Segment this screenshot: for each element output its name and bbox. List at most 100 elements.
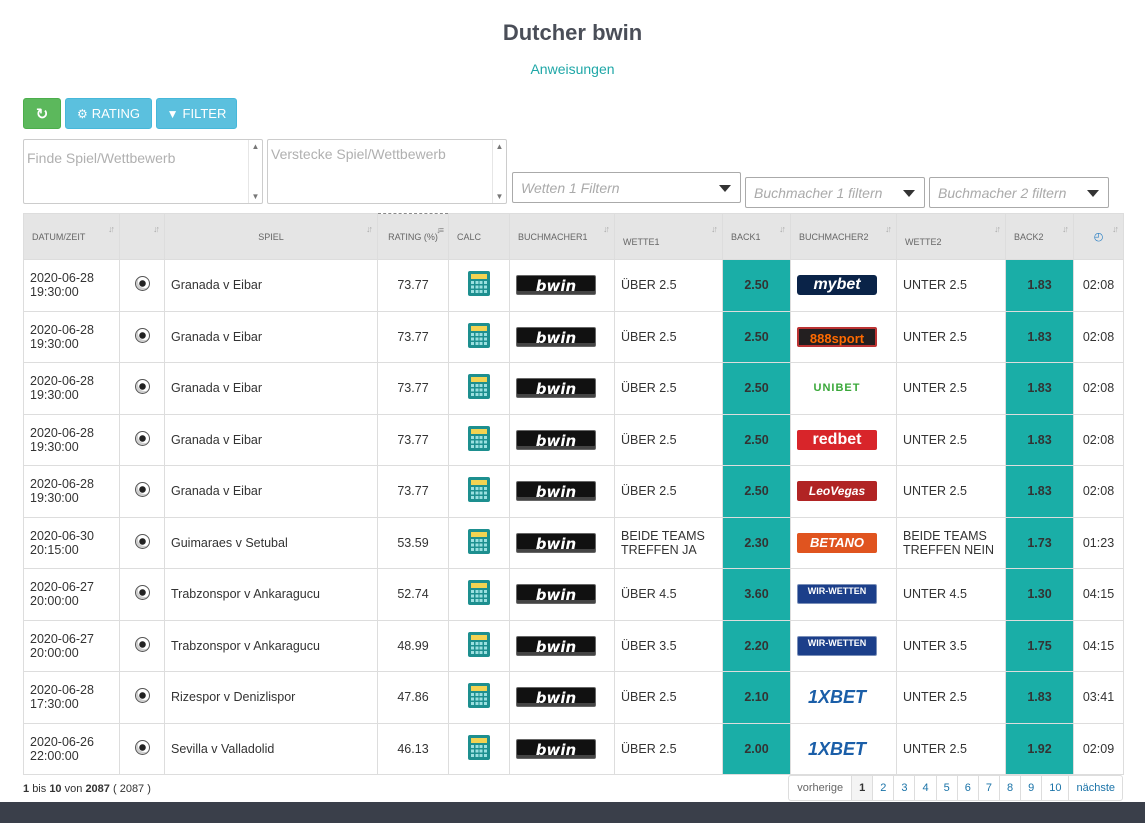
calculator-icon[interactable] <box>468 580 490 606</box>
table-row[interactable]: 2020-06-28 19:30:00 Granada v Eibar 73.77 bw… <box>23 259 1124 312</box>
back1-odds[interactable]: 2.30 <box>722 516 791 569</box>
pagination-page-4[interactable]: 4 <box>914 776 935 800</box>
bookmaker1-cell[interactable]: bwin <box>509 722 615 775</box>
column-header-date[interactable]: DATUM/ZEIT ↓↑ <box>23 213 120 260</box>
bookmaker2-cell[interactable]: 1XBET <box>790 722 897 775</box>
bookmaker2-logo[interactable]: 888sport <box>797 326 877 347</box>
hide-match-scrollbar[interactable]: ▲ ▼ <box>492 140 506 203</box>
bookmaker1-cell[interactable]: bwin <box>509 516 615 569</box>
back2-odds[interactable]: 1.83 <box>1005 465 1074 518</box>
bookmaker2-logo[interactable]: mybet <box>797 275 877 296</box>
column-header-bookmaker1[interactable]: BUCHMACHER1 ↓↑ <box>509 213 615 260</box>
pagination-page-6[interactable]: 6 <box>956 776 978 800</box>
calc-cell[interactable] <box>448 362 510 415</box>
column-header-bet2[interactable]: WETTE2 ↓↑ <box>896 213 1006 260</box>
pagination-page-3[interactable]: 3 <box>893 776 914 800</box>
bookmaker2-logo[interactable]: 1XBET <box>797 738 877 759</box>
back2-odds[interactable]: 1.83 <box>1005 671 1074 724</box>
bookmaker2-logo[interactable]: WIR-WETTEN <box>797 584 877 605</box>
table-row[interactable]: 2020-06-26 22:00:00 Sevilla v Valladolid 46… <box>23 722 1124 775</box>
bookmaker2-filter-select[interactable]: Buchmacher 2 filtern <box>929 177 1109 208</box>
column-header-back2[interactable]: BACK2 ↓↑ <box>1005 213 1074 260</box>
bookmaker1-logo[interactable]: bwin <box>516 584 596 605</box>
bookmaker1-logo[interactable]: bwin <box>516 687 596 708</box>
bookmaker2-logo[interactable]: 1XBET <box>797 687 877 708</box>
find-match-input[interactable]: Finde Spiel/Wettbewerb ▲ ▼ <box>23 139 263 204</box>
refresh-button[interactable]: ↻ <box>23 98 61 129</box>
back2-odds[interactable]: 1.83 <box>1005 362 1074 415</box>
bookmaker2-cell[interactable]: mybet <box>790 259 897 312</box>
table-row[interactable]: 2020-06-28 19:30:00 Granada v Eibar 73.77 bw… <box>23 465 1124 518</box>
table-row[interactable]: 2020-06-28 19:30:00 Granada v Eibar 73.77 bw… <box>23 310 1124 363</box>
bookmaker1-cell[interactable]: bwin <box>509 362 615 415</box>
bet1-filter-select[interactable]: Wetten 1 Filtern <box>512 172 741 203</box>
rating-button[interactable]: ⚙ RATING <box>65 98 152 129</box>
bookmaker2-logo[interactable]: BETANO <box>797 532 877 553</box>
bookmaker1-cell[interactable]: bwin <box>509 413 615 466</box>
bookmaker1-cell[interactable]: bwin <box>509 619 615 672</box>
calc-cell[interactable] <box>448 671 510 724</box>
back2-odds[interactable]: 1.92 <box>1005 722 1074 775</box>
bookmaker1-cell[interactable]: bwin <box>509 465 615 518</box>
bookmaker2-cell[interactable]: LeoVegas <box>790 465 897 518</box>
bookmaker2-cell[interactable]: BETANO <box>790 516 897 569</box>
bookmaker2-logo[interactable]: LeoVegas <box>797 481 877 502</box>
bookmaker1-logo[interactable]: bwin <box>516 532 596 553</box>
bookmaker2-cell[interactable]: 888sport <box>790 310 897 363</box>
bookmaker1-cell[interactable]: bwin <box>509 568 615 621</box>
pagination-page-1[interactable]: 1 <box>851 776 873 800</box>
bookmaker2-cell[interactable]: redbet <box>790 413 897 466</box>
bookmaker1-logo[interactable]: bwin <box>516 429 596 450</box>
column-header-sport[interactable]: ↓↑ <box>119 213 165 260</box>
instructions-link[interactable]: Anweisungen <box>0 61 1145 77</box>
calc-cell[interactable] <box>448 516 510 569</box>
pagination-page-9[interactable]: 9 <box>1020 776 1041 800</box>
table-row[interactable]: 2020-06-27 20:00:00 Trabzonspor v Ankaragu… <box>23 568 1124 621</box>
calculator-icon[interactable] <box>468 322 490 348</box>
bookmaker1-cell[interactable]: bwin <box>509 310 615 363</box>
back1-odds[interactable]: 2.00 <box>722 722 791 775</box>
bookmaker1-logo[interactable]: bwin <box>516 378 596 399</box>
back2-odds[interactable]: 1.83 <box>1005 413 1074 466</box>
back1-odds[interactable]: 3.60 <box>722 568 791 621</box>
hide-match-input[interactable]: Verstecke Spiel/Wettbewerb ▲ ▼ <box>267 139 507 204</box>
bookmaker1-logo[interactable]: bwin <box>516 738 596 759</box>
calc-cell[interactable] <box>448 413 510 466</box>
calculator-icon[interactable] <box>468 271 490 297</box>
calc-cell[interactable] <box>448 465 510 518</box>
column-header-rating[interactable]: RATING (%) ↓≡ <box>377 213 449 260</box>
table-row[interactable]: 2020-06-28 19:30:00 Granada v Eibar 73.77 bw… <box>23 362 1124 415</box>
column-header-back1[interactable]: BACK1 ↓↑ <box>722 213 791 260</box>
column-header-bookmaker2[interactable]: BUCHMACHER2 ↓↑ <box>790 213 897 260</box>
pagination-page-7[interactable]: 7 <box>977 776 999 800</box>
back1-odds[interactable]: 2.20 <box>722 619 791 672</box>
calculator-icon[interactable] <box>468 477 490 503</box>
back1-odds[interactable]: 2.50 <box>722 362 791 415</box>
calculator-icon[interactable] <box>468 374 490 400</box>
bookmaker1-logo[interactable]: bwin <box>516 326 596 347</box>
back2-odds[interactable]: 1.83 <box>1005 259 1074 312</box>
pagination-prev-button[interactable]: vorherige <box>789 776 851 800</box>
back1-odds[interactable]: 2.50 <box>722 413 791 466</box>
pagination-page-10[interactable]: 10 <box>1041 776 1068 800</box>
calc-cell[interactable] <box>448 722 510 775</box>
pagination-page-5[interactable]: 5 <box>935 776 957 800</box>
bookmaker2-logo[interactable]: redbet <box>797 429 877 450</box>
back1-odds[interactable]: 2.50 <box>722 259 791 312</box>
calc-cell[interactable] <box>448 568 510 621</box>
back2-odds[interactable]: 1.83 <box>1005 310 1074 363</box>
table-row[interactable]: 2020-06-30 20:15:00 Guimaraes v Setubal 53.… <box>23 516 1124 569</box>
bookmaker1-logo[interactable]: bwin <box>516 635 596 656</box>
calculator-icon[interactable] <box>468 631 490 657</box>
bookmaker1-logo[interactable]: bwin <box>516 275 596 296</box>
bookmaker2-logo[interactable]: WIR-WETTEN <box>797 635 877 656</box>
calc-cell[interactable] <box>448 619 510 672</box>
back2-odds[interactable]: 1.73 <box>1005 516 1074 569</box>
calc-cell[interactable] <box>448 259 510 312</box>
bookmaker2-cell[interactable]: 1XBET <box>790 671 897 724</box>
bookmaker1-cell[interactable]: bwin <box>509 259 615 312</box>
calculator-icon[interactable] <box>468 734 490 760</box>
column-header-bet1[interactable]: WETTE1 ↓↑ <box>614 213 723 260</box>
calculator-icon[interactable] <box>468 683 490 709</box>
back2-odds[interactable]: 1.30 <box>1005 568 1074 621</box>
